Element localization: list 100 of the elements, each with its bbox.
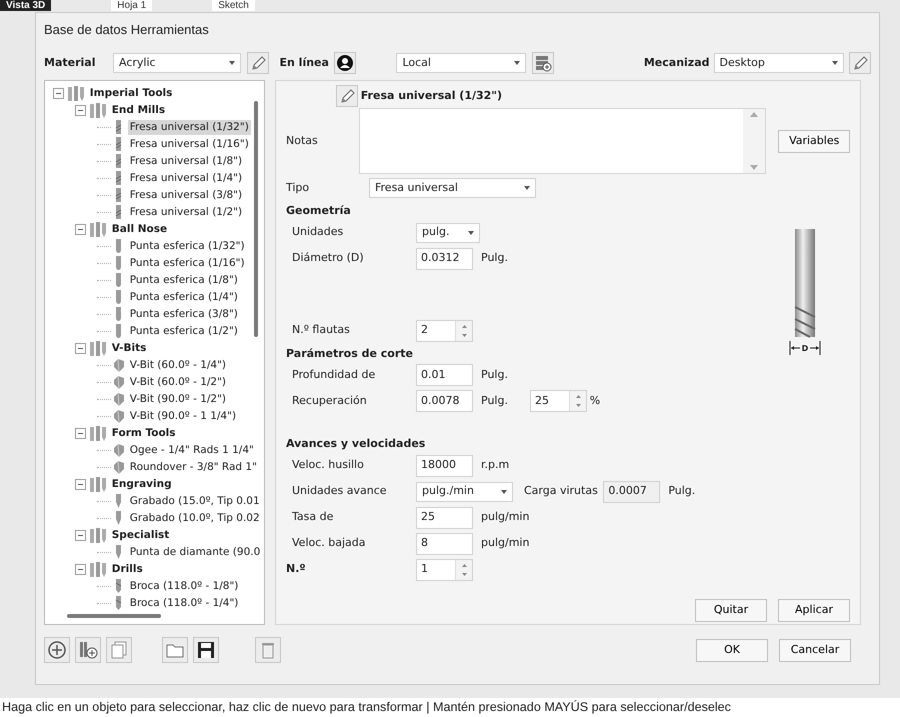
value-field[interactable]: 18000 [416, 454, 473, 476]
database-button[interactable] [532, 52, 554, 74]
type-label: Tipo [286, 180, 310, 196]
collapse-toggle[interactable] [75, 479, 86, 490]
tree-group-label[interactable]: Imperial Tools [88, 86, 174, 102]
edit-machine-button[interactable] [849, 52, 871, 74]
unit-label: Pulg. [668, 483, 696, 500]
toolbar-button[interactable] [75, 637, 101, 663]
value-field[interactable]: 0.01 [416, 364, 473, 386]
tree-item[interactable]: Fresa universal (1/32") [128, 120, 251, 136]
tree-item[interactable]: Punta esferica (1/8") [128, 272, 240, 288]
variables-button[interactable]: Variables [778, 130, 850, 152]
app-tab[interactable]: Hoja 1 [111, 0, 152, 11]
tree-item[interactable]: Ogee - 1/4" Rads 1 1/4" [128, 442, 256, 458]
collapse-toggle[interactable] [75, 428, 86, 439]
cutter-icon [113, 443, 125, 458]
tree-group-label[interactable]: End Mills [110, 102, 168, 118]
dialog-button[interactable]: OK [696, 638, 768, 662]
cutter-icon [113, 409, 125, 424]
material-label: Material [44, 54, 96, 71]
tool-group-icon [89, 102, 107, 118]
tree-item[interactable]: Punta esferica (1/4") [128, 290, 240, 306]
value-field[interactable]: 0.0312 [416, 248, 473, 270]
unit-label: Pulg. [481, 366, 508, 383]
type-dropdown[interactable]: Fresa universal [369, 178, 536, 198]
value-field[interactable]: 8 [416, 532, 473, 554]
tree-item[interactable]: Grabado (10.0º, Tip 0.02 [128, 510, 262, 526]
tree-item[interactable]: Punta esferica (1/32") [128, 238, 247, 254]
collapse-toggle[interactable] [53, 88, 64, 99]
toolbar-button[interactable] [44, 637, 70, 663]
tree-item[interactable]: Broca (118.0º - 1/8") [128, 578, 240, 594]
field-label: Unidades [291, 224, 344, 240]
tree-group-label[interactable]: Drills [110, 562, 145, 578]
tree-item[interactable]: Punta esferica (3/8") [128, 306, 240, 322]
tool-group-icon [89, 340, 107, 356]
tree-item[interactable]: Fresa universal (3/8") [128, 188, 244, 204]
tool-group-icon [67, 86, 85, 102]
tree-group-label[interactable]: Specialist [110, 528, 172, 544]
vertical-scrollbar[interactable] [254, 101, 258, 337]
section-title: Parámetros de corte [286, 346, 413, 362]
tree-item[interactable]: Grabado (15.0º, Tip 0.01 [128, 494, 262, 510]
tree-item[interactable]: V-Bit (60.0º - 1/4") [128, 358, 228, 374]
dialog-button[interactable]: Cancelar [779, 638, 851, 662]
collapse-toggle[interactable] [75, 224, 86, 235]
percent-spinner[interactable]: 25 [530, 390, 587, 412]
tree-item[interactable]: Fresa universal (1/2") [128, 204, 244, 220]
online-label: En línea [280, 54, 329, 71]
tree-item[interactable]: Punta esferica (1/16") [128, 256, 247, 272]
tree-item[interactable]: Fresa universal (1/4") [128, 170, 244, 186]
toolbar-button[interactable] [193, 637, 219, 663]
tool-group-icon [89, 528, 107, 544]
field-label: Diámetro (D) [291, 250, 365, 266]
tree-item[interactable]: Punta de diamante (90.0 [128, 544, 262, 560]
edit-name-button[interactable] [336, 85, 358, 107]
tree-item[interactable]: Broca (118.0º - 1/4") [128, 596, 240, 612]
collapse-toggle[interactable] [75, 530, 86, 541]
save-icon [196, 640, 216, 660]
cutter-icon [113, 358, 125, 373]
chip-load-field[interactable]: 0.0007 [603, 480, 660, 502]
tree-item[interactable]: Fresa universal (1/8") [128, 154, 244, 170]
dialog-title: Base de datos Herramientas [44, 20, 209, 39]
collapse-toggle[interactable] [75, 343, 86, 354]
tree-group-label[interactable]: Engraving [110, 476, 174, 492]
dialog-button[interactable]: Aplicar [778, 598, 850, 622]
status-bar: Haga clic en un objeto para seleccionar, haz clic de nuevo para transformar | Mantén presionado MAYÚS para seleccionar/deselec [0, 698, 900, 717]
notes-field[interactable] [358, 108, 766, 174]
tool-group-icon [89, 476, 107, 492]
value-field[interactable]: 0.0078 [416, 390, 473, 412]
account-button[interactable] [334, 52, 356, 74]
machine-dropdown[interactable]: Desktop [714, 53, 844, 73]
value-field[interactable]: 25 [416, 506, 473, 528]
edit-material-button[interactable] [246, 52, 268, 74]
app-tab[interactable]: Vista 3D [0, 0, 52, 11]
collapse-toggle[interactable] [75, 105, 86, 116]
copy-icon [109, 640, 129, 660]
field-label: Veloc. husillo [291, 457, 365, 474]
dialog-button[interactable]: Quitar [695, 598, 767, 622]
tree-group-label[interactable]: Ball Nose [110, 222, 170, 238]
app-tab[interactable]: Sketch [212, 0, 255, 11]
tool-add-icon [78, 640, 98, 660]
number-spinner[interactable]: 1 [416, 558, 473, 580]
source-dropdown[interactable]: Local [396, 53, 526, 73]
material-dropdown[interactable]: Acrylic [113, 53, 241, 73]
units-dropdown[interactable]: pulg./min [416, 482, 513, 502]
unit-label: r.p.m [481, 457, 510, 474]
horizontal-scrollbar[interactable] [67, 614, 161, 618]
unit-label: Pulg. [481, 392, 508, 409]
unit-label: Pulg. [481, 250, 508, 266]
number-spinner[interactable]: 2 [416, 320, 473, 342]
tree-item[interactable]: V-Bit (60.0º - 1/2") [128, 374, 228, 390]
units-dropdown[interactable]: pulg. [416, 222, 480, 242]
tree-item[interactable]: V-Bit (90.0º - 1 1/4") [128, 408, 238, 424]
tree-group-label[interactable]: V-Bits [110, 340, 148, 356]
number-label: N.º [286, 561, 307, 578]
tree-item[interactable]: Fresa universal (1/16") [128, 136, 251, 152]
tree-item[interactable]: Punta esferica (1/2") [128, 324, 240, 340]
tree-item[interactable]: Roundover - 3/8" Rad 1" [128, 460, 259, 476]
tree-group-label[interactable]: Form Tools [110, 426, 178, 442]
tree-item[interactable]: V-Bit (90.0º - 1/2") [128, 392, 228, 408]
collapse-toggle[interactable] [75, 564, 86, 575]
